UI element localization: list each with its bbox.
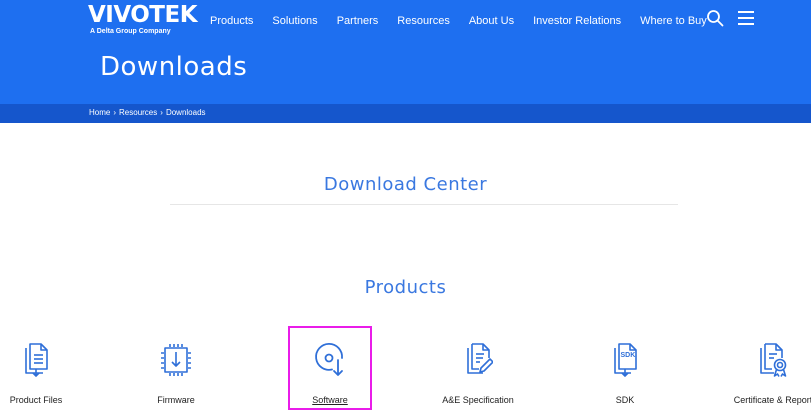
- products-heading: Products: [364, 277, 447, 298]
- menu-icon[interactable]: [737, 10, 755, 26]
- site-header: VIVOTEK A Delta Group Company Products S…: [0, 0, 811, 104]
- nav-about-us[interactable]: About Us: [469, 15, 514, 27]
- sdk-icon: SDK: [614, 343, 637, 377]
- category-product-files[interactable]: Product Files: [0, 342, 96, 405]
- ae-spec-icon: [467, 343, 493, 374]
- certificate-icon: [760, 343, 787, 377]
- breadcrumb-separator: ›: [113, 108, 117, 117]
- search-icon[interactable]: [706, 9, 724, 27]
- section-divider: [170, 204, 678, 205]
- download-center-heading: Download Center: [323, 174, 488, 195]
- category-firmware[interactable]: Firmware: [116, 342, 236, 405]
- nav-resources[interactable]: Resources: [397, 15, 450, 27]
- nav-where-to-buy[interactable]: Where to Buy: [640, 15, 707, 27]
- vivotek-logo[interactable]: VIVOTEK A Delta Group Company: [88, 2, 198, 36]
- category-ae-specification[interactable]: A&E Specification: [418, 342, 538, 405]
- category-label: Certificate & Report: [733, 395, 811, 405]
- breadcrumb-bar: Home › Resources › Downloads: [0, 104, 811, 123]
- nav-investor-relations[interactable]: Investor Relations: [533, 15, 621, 27]
- category-sdk[interactable]: SDK SDK: [565, 342, 685, 405]
- category-label: A&E Specification: [442, 395, 514, 405]
- breadcrumb: Home › Resources › Downloads: [89, 108, 206, 117]
- logo-wordmark: VIVOTEK: [88, 2, 198, 28]
- category-software[interactable]: Software: [270, 342, 390, 405]
- nav-solutions[interactable]: Solutions: [272, 15, 317, 27]
- breadcrumb-downloads: Downloads: [165, 108, 206, 117]
- category-certificate-report[interactable]: Certificate & Report: [713, 342, 811, 405]
- firmware-icon: [161, 344, 191, 376]
- nav-products[interactable]: Products: [210, 15, 253, 27]
- breadcrumb-separator: ›: [160, 108, 163, 117]
- category-label: Product Files: [9, 395, 63, 405]
- logo-tagline: A Delta Group Company: [90, 28, 171, 35]
- nav-partners[interactable]: Partners: [337, 15, 379, 27]
- product-files-icon: [25, 343, 48, 377]
- category-label: Firmware: [157, 395, 195, 405]
- main-nav: Products Solutions Partners Resources Ab…: [210, 15, 726, 27]
- page-title: Downloads: [100, 52, 248, 82]
- category-label: SDK: [615, 395, 635, 405]
- breadcrumb-resources[interactable]: Resources: [119, 108, 157, 117]
- category-label: Software: [312, 395, 348, 405]
- svg-text:SDK: SDK: [621, 352, 636, 359]
- breadcrumb-home[interactable]: Home: [89, 108, 110, 117]
- software-icon: [315, 342, 343, 376]
